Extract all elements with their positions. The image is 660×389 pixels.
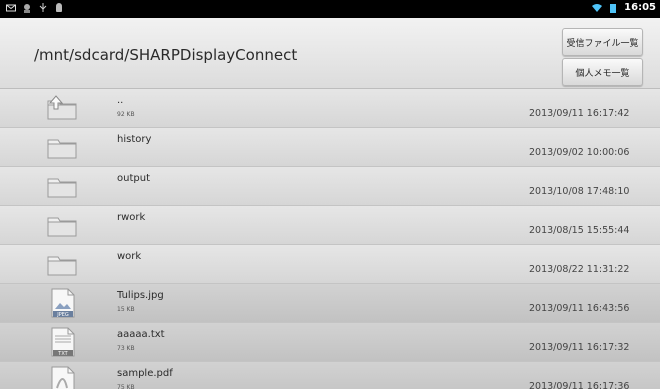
battery-icon — [610, 3, 617, 13]
personal-memo-button[interactable]: 個人メモ一覧 — [562, 58, 643, 86]
file-date: 2013/08/15 15:55:44 — [529, 225, 630, 236]
status-bar: 16:05 — [0, 0, 660, 18]
file-date: 2013/09/02 10:00:06 — [529, 147, 630, 158]
file-row[interactable]: output 2013/10/08 17:48:10 — [0, 167, 660, 206]
jpeg-file-icon: JPEG — [44, 288, 80, 318]
file-size: 73 KB — [117, 345, 135, 352]
usb-icon — [39, 3, 47, 12]
android-debug-icon — [56, 3, 62, 12]
header: /mnt/sdcard/SHARPDisplayConnect 受信ファイル一覧… — [0, 18, 660, 89]
file-date: 2013/09/11 16:17:42 — [529, 108, 630, 119]
file-name: aaaaa.txt — [117, 329, 165, 340]
file-date: 2013/09/11 16:17:32 — [529, 342, 630, 353]
clock: 16:05 — [624, 2, 656, 13]
svg-text:TXT: TXT — [57, 351, 68, 357]
mail-icon — [6, 4, 16, 12]
file-date: 2013/09/11 16:17:36 — [529, 381, 630, 389]
file-size: 92 KB — [117, 111, 135, 118]
file-name: history — [117, 134, 152, 145]
file-row[interactable]: rwork 2013/08/15 15:55:44 — [0, 206, 660, 245]
received-files-button[interactable]: 受信ファイル一覧 — [562, 28, 643, 56]
folder-icon — [44, 171, 80, 201]
folder-icon — [44, 249, 80, 279]
file-name: Tulips.jpg — [117, 290, 164, 301]
current-path: /mnt/sdcard/SHARPDisplayConnect — [34, 46, 298, 64]
file-row[interactable]: TXT aaaaa.txt 73 KB 2013/09/11 16:17:32 — [0, 323, 660, 362]
pdf-file-icon — [44, 366, 80, 389]
file-name: rwork — [117, 212, 146, 223]
file-date: 2013/10/08 17:48:10 — [529, 186, 630, 197]
file-name: sample.pdf — [117, 368, 173, 379]
file-list: .. 92 KB 2013/09/11 16:17:42 history 2013/09… — [0, 89, 660, 389]
profile-icon — [24, 4, 30, 13]
file-name: output — [117, 173, 150, 184]
file-row[interactable]: .. 92 KB 2013/09/11 16:17:42 — [0, 89, 660, 128]
folder-icon — [44, 132, 80, 162]
file-name: .. — [117, 95, 124, 106]
file-date: 2013/08/22 11:31:22 — [529, 264, 630, 275]
svg-text:JPEG: JPEG — [56, 312, 69, 318]
file-row[interactable]: work 2013/08/22 11:31:22 — [0, 245, 660, 284]
file-size: 75 KB — [117, 384, 135, 389]
file-row[interactable]: history 2013/09/02 10:00:06 — [0, 128, 660, 167]
file-row[interactable]: JPEG Tulips.jpg 15 KB 2013/09/11 16:43:56 — [0, 284, 660, 323]
text-file-icon: TXT — [44, 327, 80, 357]
file-size: 15 KB — [117, 306, 135, 313]
folder-up-icon — [44, 93, 80, 123]
file-row[interactable]: sample.pdf 75 KB 2013/09/11 16:17:36 — [0, 362, 660, 389]
wifi-icon — [592, 3, 603, 12]
file-date: 2013/09/11 16:43:56 — [529, 303, 630, 314]
file-name: work — [117, 251, 142, 262]
notification-icons — [6, 3, 64, 13]
folder-icon — [44, 210, 80, 240]
